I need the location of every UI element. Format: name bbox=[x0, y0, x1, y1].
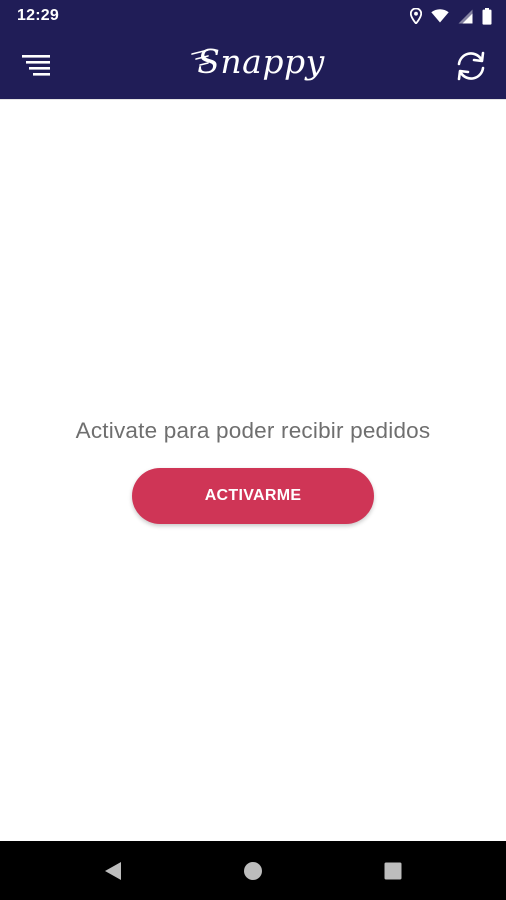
back-button[interactable] bbox=[103, 861, 123, 881]
activate-button[interactable]: ACTIVARME bbox=[132, 468, 374, 524]
activation-message: Activate para poder recibir pedidos bbox=[75, 418, 431, 443]
location-icon bbox=[410, 8, 422, 24]
app-title: Snappy bbox=[197, 42, 325, 81]
main-content: Activate para poder recibir pedidos ACTI… bbox=[0, 100, 506, 841]
status-time: 12:29 bbox=[17, 7, 59, 24]
refresh-button[interactable] bbox=[454, 49, 488, 83]
home-icon bbox=[243, 862, 263, 885]
battery-icon bbox=[482, 7, 492, 25]
app-logo: Snappy bbox=[186, 40, 324, 90]
status-bar: 12:29 bbox=[0, 0, 506, 32]
back-icon bbox=[103, 862, 123, 885]
recent-apps-button[interactable] bbox=[383, 861, 403, 881]
wifi-icon bbox=[431, 9, 449, 23]
status-icons bbox=[410, 7, 492, 25]
menu-button[interactable] bbox=[20, 50, 54, 80]
home-button[interactable] bbox=[243, 861, 263, 881]
navigation-bar bbox=[0, 841, 506, 900]
app-bar: Snappy bbox=[0, 32, 506, 99]
signal-icon bbox=[458, 9, 473, 24]
menu-icon bbox=[20, 55, 54, 84]
recent-apps-icon bbox=[383, 862, 403, 885]
refresh-icon bbox=[454, 51, 488, 87]
